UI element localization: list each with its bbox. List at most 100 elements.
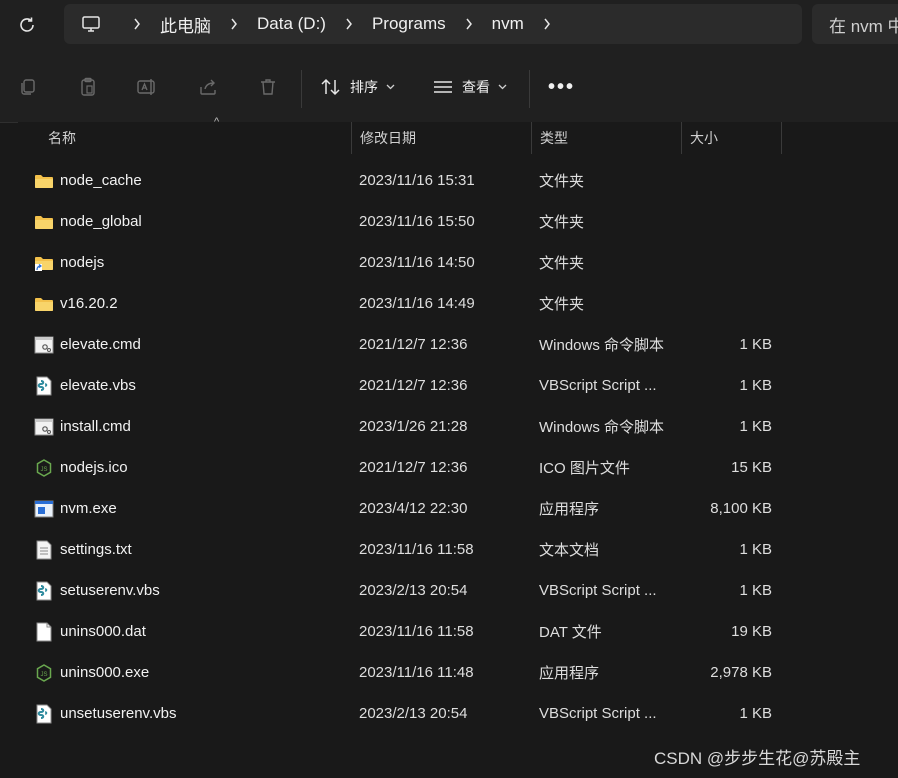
- file-type: 应用程序: [539, 501, 600, 518]
- refresh-button[interactable]: [10, 8, 44, 42]
- file-date: 2021/12/7 12:36: [359, 377, 468, 394]
- file-size: 1 KB: [739, 418, 772, 435]
- table-row[interactable]: nodejs 2023/11/16 14:50 文件夹: [18, 242, 898, 283]
- file-name: setuserenv.vbs: [60, 582, 160, 599]
- file-name: unins000.dat: [60, 623, 146, 640]
- file-name: nodejs.ico: [60, 459, 128, 476]
- view-button[interactable]: 查看: [432, 72, 507, 102]
- table-row[interactable]: node_global 2023/11/16 15:50 文件夹: [18, 201, 898, 242]
- folder-shortcut-icon: [34, 242, 54, 283]
- chevron-right-icon[interactable]: [528, 18, 566, 30]
- nodejs-icon: JS: [34, 652, 54, 693]
- computer-icon[interactable]: [64, 15, 118, 33]
- file-name: unsetuserenv.vbs: [60, 705, 177, 722]
- table-row[interactable]: elevate.vbs 2021/12/7 12:36 VBScript Scrip…: [18, 365, 898, 406]
- column-header-size[interactable]: 大小: [682, 122, 782, 154]
- file-type: Windows 命令脚本: [539, 337, 665, 354]
- file-date: 2023/11/16 15:50: [359, 213, 475, 230]
- file-size: 15 KB: [731, 459, 772, 476]
- toolbar-divider: [529, 70, 530, 108]
- table-row[interactable]: elevate.cmd 2021/12/7 12:36 Windows 命令脚本 1 …: [18, 324, 898, 365]
- search-input[interactable]: 在 nvm 中: [812, 4, 898, 44]
- file-size: 8,100 KB: [710, 500, 772, 517]
- breadcrumb[interactable]: 此电脑 Data (D:) Programs nvm: [64, 4, 802, 44]
- table-row[interactable]: nvm.exe 2023/4/12 22:30 应用程序 8,100 KB: [18, 488, 898, 529]
- view-icon: [434, 81, 452, 93]
- file-date: 2023/4/12 22:30: [359, 500, 468, 517]
- file-size: [658, 283, 772, 324]
- file-type: ICO 图片文件: [539, 460, 630, 477]
- svg-text:JS: JS: [40, 672, 47, 678]
- chevron-right-icon[interactable]: [330, 18, 368, 30]
- file-type: 文本文档: [539, 542, 600, 559]
- file-type: DAT 文件: [539, 624, 602, 641]
- vbs-file-icon: [34, 570, 54, 611]
- file-type: 应用程序: [539, 665, 600, 682]
- breadcrumb-item-drive[interactable]: Data (D:): [253, 14, 330, 34]
- file-size: [658, 242, 772, 283]
- file-name: elevate.vbs: [60, 377, 136, 394]
- file-size: 1 KB: [739, 582, 772, 599]
- table-row[interactable]: settings.txt 2023/11/16 11:58 文本文档 1 KB: [18, 529, 898, 570]
- breadcrumb-item-nvm[interactable]: nvm: [488, 14, 528, 34]
- text-file-icon: [34, 529, 54, 570]
- column-header-type-label: 类型: [540, 130, 568, 146]
- command-bar: 排序 查看 •••: [0, 52, 898, 123]
- file-size: 1 KB: [739, 336, 772, 353]
- file-name: node_global: [60, 213, 142, 230]
- share-icon: [200, 79, 216, 95]
- breadcrumb-item-this-pc[interactable]: 此电脑: [156, 12, 215, 37]
- watermark: CSDN @步步生花@苏殿主: [654, 749, 861, 768]
- copy-button[interactable]: [13, 72, 43, 102]
- chevron-right-icon[interactable]: [215, 18, 253, 30]
- more-options-button[interactable]: •••: [548, 76, 575, 99]
- file-list: 名称 ^ 修改日期 类型 大小 node_cache 2023/11/16 15:…: [18, 116, 898, 778]
- file-name: node_cache: [60, 172, 142, 189]
- paste-button[interactable]: [73, 72, 103, 102]
- sort-icon: [321, 78, 340, 96]
- file-date: 2023/11/16 11:58: [359, 623, 474, 640]
- sort-label: 排序: [350, 79, 378, 95]
- share-button[interactable]: [193, 72, 223, 102]
- chevron-right-icon[interactable]: [450, 18, 488, 30]
- table-row[interactable]: JS nodejs.ico 2021/12/7 12:36 ICO 图片文件 15 KB: [18, 447, 898, 488]
- delete-button[interactable]: [253, 72, 283, 102]
- file-size: [658, 160, 772, 201]
- table-row[interactable]: node_cache 2023/11/16 15:31 文件夹: [18, 160, 898, 201]
- folder-icon: [34, 160, 54, 201]
- rename-button[interactable]: [132, 72, 162, 102]
- file-type: 文件夹: [539, 255, 585, 272]
- copy-icon: [21, 79, 35, 95]
- file-date: 2023/11/16 15:31: [359, 172, 475, 189]
- table-row[interactable]: v16.20.2 2023/11/16 14:49 文件夹: [18, 283, 898, 324]
- file-date: 2023/11/16 11:58: [359, 541, 474, 558]
- toolbar-divider: [301, 70, 302, 108]
- file-name: install.cmd: [60, 418, 131, 435]
- file-type: 文件夹: [539, 214, 585, 231]
- column-header-date-label: 修改日期: [360, 130, 416, 146]
- column-header-date[interactable]: 修改日期: [352, 122, 532, 154]
- file-type: 文件夹: [539, 173, 585, 190]
- file-size: 19 KB: [731, 623, 772, 640]
- breadcrumb-item-programs[interactable]: Programs: [368, 14, 450, 34]
- sort-button[interactable]: 排序: [320, 72, 395, 102]
- table-row[interactable]: install.cmd 2023/1/26 21:28 Windows 命令脚本 1 …: [18, 406, 898, 447]
- file-date: 2023/11/16 14:50: [359, 254, 475, 271]
- table-row[interactable]: unins000.dat 2023/11/16 11:58 DAT 文件 19 KB: [18, 611, 898, 652]
- file-name: nodejs: [60, 254, 105, 271]
- folder-icon: [34, 283, 54, 324]
- table-row[interactable]: unsetuserenv.vbs 2023/2/13 20:54 VBScript …: [18, 693, 898, 734]
- column-header-type[interactable]: 类型: [532, 122, 682, 154]
- chevron-right-icon[interactable]: [118, 18, 156, 30]
- file-type: VBScript Script ...: [539, 377, 657, 394]
- table-row[interactable]: JS unins000.exe 2023/11/16 11:48 应用程序 2,978 …: [18, 652, 898, 693]
- exe-file-icon: [34, 488, 54, 529]
- table-row[interactable]: setuserenv.vbs 2023/2/13 20:54 VBScript Sc…: [18, 570, 898, 611]
- file-type: Windows 命令脚本: [539, 419, 665, 436]
- file-date: 2023/2/13 20:54: [359, 582, 468, 599]
- file-type: VBScript Script ...: [539, 582, 657, 599]
- chevron-down-icon: [386, 84, 395, 90]
- column-header-name[interactable]: 名称 ^: [40, 116, 352, 154]
- refresh-icon: [20, 17, 34, 32]
- file-date: 2021/12/7 12:36: [359, 336, 468, 353]
